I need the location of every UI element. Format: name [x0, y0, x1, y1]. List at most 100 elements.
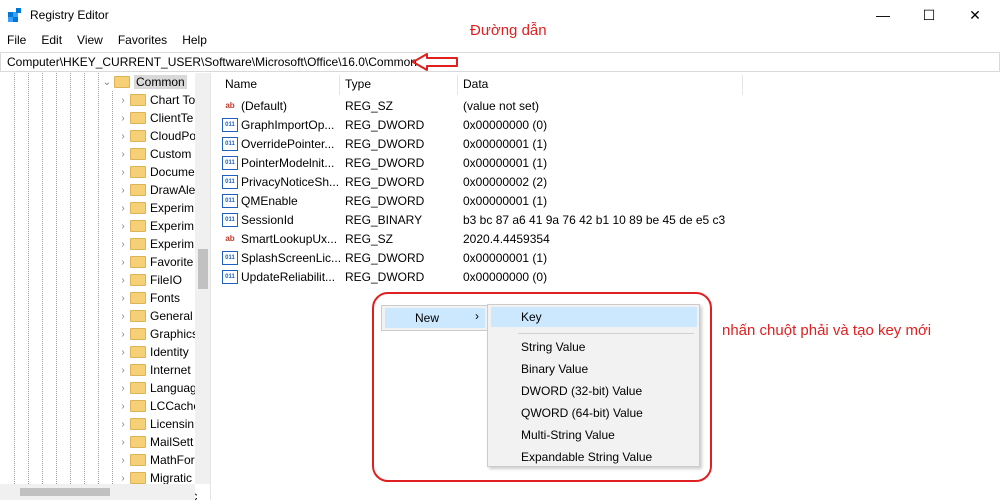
submenu-key[interactable]: Key [491, 307, 697, 327]
menu-help[interactable]: Help [175, 31, 215, 51]
tree-item-label: General [150, 309, 193, 323]
close-button[interactable]: ✕ [952, 0, 998, 30]
menu-edit[interactable]: Edit [34, 31, 70, 51]
folder-icon [130, 328, 146, 340]
tree-vertical-scrollbar[interactable] [195, 73, 210, 484]
chevron-right-icon[interactable]: › [116, 221, 130, 232]
value-name: UpdateReliabilit... [241, 270, 336, 284]
chevron-right-icon[interactable]: › [116, 329, 130, 340]
folder-icon [130, 400, 146, 412]
chevron-right-icon[interactable]: › [116, 401, 130, 412]
folder-icon [130, 148, 146, 160]
tree-item-label: Identity [150, 345, 189, 359]
submenu-expandable-string-value[interactable]: Expandable String Value [491, 447, 697, 467]
chevron-right-icon[interactable]: › [116, 167, 130, 178]
folder-icon [130, 292, 146, 304]
submenu-qword-value[interactable]: QWORD (64-bit) Value [491, 403, 697, 423]
table-row[interactable]: ab (Default) REG_SZ (value not set) [218, 97, 818, 115]
chevron-right-icon[interactable]: › [116, 185, 130, 196]
menu-favorites[interactable]: Favorites [111, 31, 175, 51]
tree-item-label: Migratic [150, 471, 193, 485]
binary-value-icon: 011 [222, 118, 238, 132]
tree-item-label: Docume [150, 165, 195, 179]
address-bar[interactable]: Computer\HKEY_CURRENT_USER\Software\Micr… [0, 52, 1000, 72]
value-type: REG_SZ [345, 232, 394, 246]
table-row[interactable]: 011 QMEnable REG_DWORD 0x00000001 (1) [218, 192, 818, 210]
chevron-down-icon[interactable]: ⌄ [100, 77, 114, 88]
column-type[interactable]: Type [345, 77, 371, 91]
value-type: REG_SZ [345, 99, 394, 113]
column-name[interactable]: Name [225, 77, 257, 91]
tree-item-selected[interactable]: ⌄ Common [100, 73, 200, 91]
binary-value-icon: 011 [222, 175, 238, 189]
menu-view[interactable]: View [70, 31, 111, 51]
table-row[interactable]: 011 GraphImportOp... REG_DWORD 0x00000000 (… [218, 116, 818, 134]
tree-horizontal-scrollbar[interactable] [0, 484, 195, 500]
value-data: 2020.4.4459354 [463, 232, 550, 246]
table-row[interactable]: 011 SessionId REG_BINARY b3 bc 87 a6 41 9a … [218, 211, 818, 229]
chevron-right-icon[interactable]: › [116, 113, 130, 124]
chevron-right-icon[interactable]: › [116, 257, 130, 268]
chevron-right-icon[interactable]: › [116, 293, 130, 304]
context-menu: New › [381, 305, 488, 331]
chevron-right-icon[interactable]: › [116, 95, 130, 106]
chevron-right-icon[interactable]: › [116, 473, 130, 484]
chevron-right-icon[interactable]: › [116, 203, 130, 214]
submenu-string-value[interactable]: String Value [491, 337, 697, 357]
table-row[interactable]: 011 SplashScreenLic... REG_DWORD 0x00000001… [218, 249, 818, 267]
tree-item-label: Experim [150, 237, 195, 251]
tree-item-label: Chart To [150, 93, 196, 107]
tree-item-label: DrawAle [150, 183, 196, 197]
value-name: GraphImportOp... [241, 118, 335, 132]
chevron-right-icon[interactable]: › [116, 437, 130, 448]
chevron-right-icon[interactable]: › [116, 149, 130, 160]
folder-icon [130, 418, 146, 430]
folder-icon [130, 112, 146, 124]
new-submenu: Key String Value Binary Value DWORD (32-… [487, 304, 700, 467]
table-row[interactable]: 011 PrivacyNoticeSh... REG_DWORD 0x00000002… [218, 173, 818, 191]
chevron-right-icon[interactable]: › [116, 455, 130, 466]
binary-value-icon: 011 [222, 194, 238, 208]
maximize-button[interactable]: ☐ [906, 0, 952, 30]
folder-icon [130, 364, 146, 376]
chevron-right-icon[interactable]: › [116, 347, 130, 358]
chevron-right-icon[interactable]: › [116, 311, 130, 322]
value-name: (Default) [241, 99, 288, 113]
table-row[interactable]: 011 OverridePointer... REG_DWORD 0x00000001… [218, 135, 818, 153]
scroll-thumb[interactable] [198, 249, 208, 289]
table-row[interactable]: ab SmartLookupUx... REG_SZ 2020.4.4459354 [218, 230, 818, 248]
folder-icon [130, 310, 146, 322]
submenu-label: DWORD (32-bit) Value [521, 384, 643, 398]
chevron-right-icon[interactable]: › [116, 275, 130, 286]
context-menu-new-label: New [415, 311, 440, 325]
value-data: 0x00000001 (1) [463, 194, 548, 208]
chevron-right-icon[interactable]: › [116, 239, 130, 250]
chevron-right-icon[interactable]: › [116, 365, 130, 376]
column-data[interactable]: Data [463, 77, 488, 91]
tree-item-label: CloudPo [150, 129, 197, 143]
binary-value-icon: 011 [222, 137, 238, 151]
submenu-dword-value[interactable]: DWORD (32-bit) Value [491, 381, 697, 401]
key-tree[interactable]: ⌄ Common › Chart To › ClientTe › CloudPo › Custom… [0, 73, 211, 500]
table-row[interactable]: 011 PointerModelnit... REG_DWORD 0x00000001… [218, 154, 818, 172]
list-header: Name Type Data [218, 73, 1000, 97]
folder-icon [130, 436, 146, 448]
table-row[interactable]: 011 UpdateReliabilit... REG_DWORD 0x0000000… [218, 268, 818, 286]
submenu-binary-value[interactable]: Binary Value [491, 359, 697, 379]
folder-icon [130, 454, 146, 466]
menu-file[interactable]: File [0, 31, 34, 51]
minimize-button[interactable]: — [860, 0, 906, 30]
scroll-thumb[interactable] [20, 488, 110, 496]
window-title: Registry Editor [30, 8, 109, 22]
value-name: PrivacyNoticeSh... [241, 175, 340, 189]
context-menu-new[interactable]: New › [385, 308, 485, 328]
chevron-right-icon[interactable]: › [116, 419, 130, 430]
chevron-right-icon[interactable]: › [116, 131, 130, 142]
submenu-multi-string-value[interactable]: Multi-String Value [491, 425, 697, 445]
tree-item-label: Licensin [150, 417, 195, 431]
tree-item-label: LCCache [150, 399, 201, 413]
value-data: 0x00000001 (1) [463, 156, 548, 170]
tree-item-label: Languag [150, 381, 197, 395]
chevron-right-icon[interactable]: › [116, 383, 130, 394]
submenu-label: String Value [521, 340, 586, 354]
